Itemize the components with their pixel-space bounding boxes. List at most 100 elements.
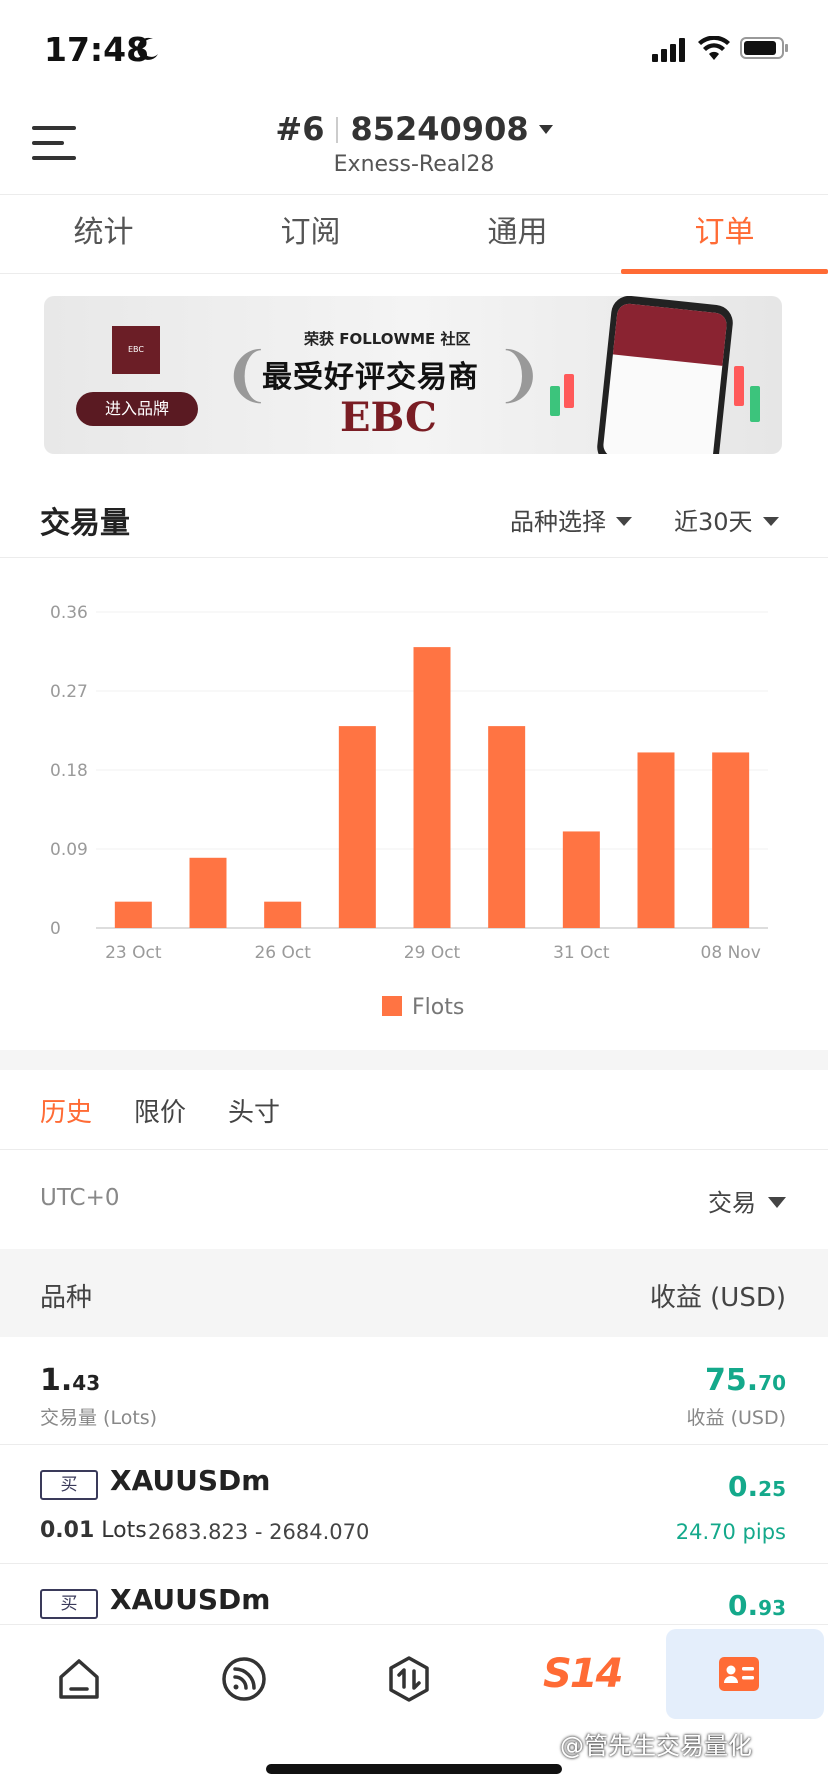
award-title: 最受好评交易商 xyxy=(262,360,479,395)
triangle-down-icon xyxy=(762,517,779,526)
order-symbol: XAUUSDm xyxy=(110,1464,271,1497)
watermark: @管先生交易量化 xyxy=(560,1732,752,1760)
home-indicator[interactable] xyxy=(266,1764,562,1774)
status-time: 17:48 xyxy=(44,30,150,69)
battery-icon xyxy=(740,36,790,64)
table-header: 品种 收益 (USD) xyxy=(0,1249,828,1337)
order-pips: 24.70 pips xyxy=(675,1520,786,1544)
bar xyxy=(189,857,227,928)
trade-filter-label: 交易 xyxy=(708,1189,756,1217)
profile-card-icon xyxy=(719,1657,759,1691)
nav-feed[interactable] xyxy=(165,1625,325,1735)
total-lots: 1.43 xyxy=(40,1363,100,1398)
trade-icon xyxy=(389,1656,429,1702)
total-profit: 75.70 xyxy=(705,1363,786,1398)
status-bar: 17:48 xyxy=(0,0,828,100)
triangle-down-icon xyxy=(768,1197,786,1208)
nav-home[interactable] xyxy=(0,1625,160,1735)
bar xyxy=(637,752,675,928)
order-row[interactable]: 买 XAUUSDm 0.01 Lots 2683.823 - 2684.070 … xyxy=(0,1446,828,1564)
y-tick-label: 0.27 xyxy=(50,682,88,702)
volume-title: 交易量 xyxy=(40,506,130,541)
signal-icon xyxy=(652,38,688,66)
award-subtitle: 荣获 FOLLOWME 社区 xyxy=(304,330,471,348)
promo-banner[interactable]: EBC 进入品牌 ❨ ❩ 荣获 FOLLOWME 社区 最受好评交易商 EBC xyxy=(44,296,782,454)
wifi-icon xyxy=(698,35,730,66)
range-select[interactable]: 近30天 xyxy=(674,502,779,537)
tab-subscribe[interactable]: 订阅 xyxy=(207,196,414,273)
total-profit-dec: 70 xyxy=(758,1371,786,1395)
summary-row: 1.43 交易量 (Lots) 75.70 收益 (USD) xyxy=(0,1337,828,1445)
timezone-label: UTC+0 xyxy=(40,1185,120,1211)
x-tick-label: 26 Oct xyxy=(254,943,311,963)
column-symbol: 品种 xyxy=(40,1283,93,1313)
volume-chart-svg: 0.36 0.27 0.18 0.09 0 23 Oct 26 Oct 29 Oct 31 Oc… xyxy=(50,603,768,1020)
order-symbol: XAUUSDm xyxy=(110,1583,271,1616)
award-brand: EBC xyxy=(340,394,437,441)
x-tick-label: 31 Oct xyxy=(553,943,610,963)
order-price-range: 2683.823 - 2684.070 xyxy=(148,1520,370,1544)
y-tick-label: 0.36 xyxy=(50,603,88,623)
subtab-history[interactable]: 历史 xyxy=(40,1092,92,1129)
history-tabs: 历史 限价 头寸 xyxy=(0,1070,828,1150)
order-profit-dec: 25 xyxy=(758,1477,786,1501)
column-profit: 收益 (USD) xyxy=(649,1283,786,1313)
bar xyxy=(488,726,526,928)
total-profit-int: 75. xyxy=(705,1363,759,1398)
nav-trade[interactable] xyxy=(330,1625,490,1735)
order-profit: 0.25 xyxy=(728,1470,786,1503)
order-profit: 0.93 xyxy=(728,1589,786,1622)
tab-orders[interactable]: 订单 xyxy=(621,196,828,274)
side-badge: 买 xyxy=(40,1470,98,1500)
order-lots: 0.01 xyxy=(40,1518,95,1543)
total-profit-label: 收益 (USD) xyxy=(686,1407,786,1429)
enter-brand-button[interactable]: 进入品牌 xyxy=(76,392,198,426)
order-lots-unit: Lots xyxy=(101,1518,147,1543)
bar xyxy=(114,901,152,928)
subtab-position[interactable]: 头寸 xyxy=(228,1092,280,1129)
candle-icon xyxy=(734,366,744,406)
order-profit-int: 0. xyxy=(728,1589,759,1622)
tab-general[interactable]: 通用 xyxy=(414,196,621,273)
moon-icon xyxy=(135,36,161,66)
bar xyxy=(338,726,376,928)
y-tick-label: 0 xyxy=(50,919,61,939)
volume-header: 交易量 品种选择 近30天 xyxy=(0,478,828,558)
order-profit-dec: 93 xyxy=(758,1596,786,1620)
phone-illustration xyxy=(595,296,735,454)
candle-icon xyxy=(550,386,560,416)
tab-stats[interactable]: 统计 xyxy=(0,196,207,273)
account-selector[interactable]: #6 85240908 Exness-Real28 xyxy=(0,110,828,177)
account-id: 85240908 xyxy=(350,110,529,148)
y-tick-label: 0.18 xyxy=(50,761,88,781)
feed-icon xyxy=(222,1657,266,1701)
volume-chart: 0.36 0.27 0.18 0.09 0 23 Oct 26 Oct 29 Oct 31 Oc… xyxy=(0,560,828,1052)
filter-row: UTC+0 交易 xyxy=(0,1151,828,1249)
y-tick-label: 0.09 xyxy=(50,840,88,860)
range-select-label: 近30天 xyxy=(674,508,753,536)
total-lots-int: 1. xyxy=(40,1363,73,1398)
home-icon xyxy=(59,1659,99,1699)
symbol-select[interactable]: 品种选择 xyxy=(510,502,632,537)
trade-filter-select[interactable]: 交易 xyxy=(708,1183,786,1218)
total-lots-label: 交易量 (Lots) xyxy=(40,1407,158,1429)
x-tick-label: 23 Oct xyxy=(105,943,162,963)
total-lots-dec: 43 xyxy=(72,1371,101,1395)
subtab-limit[interactable]: 限价 xyxy=(134,1092,186,1129)
x-tick-label: 08 Nov xyxy=(701,943,761,963)
order-volume: 0.01 Lots xyxy=(40,1518,147,1543)
main-tabs: 统计 订阅 通用 订单 xyxy=(0,196,828,274)
side-badge: 买 xyxy=(40,1589,98,1619)
caret-down-icon xyxy=(538,125,553,134)
account-number: #6 xyxy=(275,110,325,148)
nav-profile[interactable] xyxy=(666,1629,824,1719)
bar xyxy=(413,647,451,928)
symbol-select-label: 品种选择 xyxy=(510,508,606,536)
ebc-logo: EBC xyxy=(112,326,160,374)
s14-logo[interactable]: S14 xyxy=(543,1651,623,1697)
bar xyxy=(712,752,750,928)
triangle-down-icon xyxy=(616,517,632,526)
account-server: Exness-Real28 xyxy=(333,152,495,177)
laurel-right-icon: ❩ xyxy=(494,340,545,410)
x-tick-label: 29 Oct xyxy=(404,943,461,963)
